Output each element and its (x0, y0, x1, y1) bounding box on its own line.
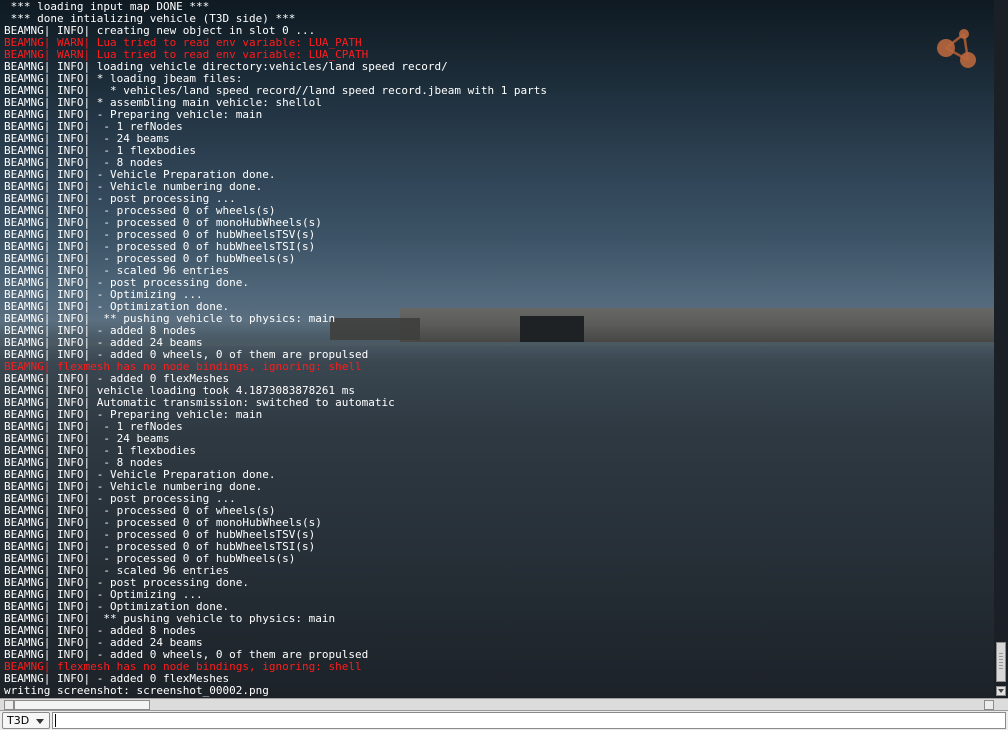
scroll-right-arrow-icon[interactable] (984, 700, 994, 710)
console-line: writing screenshot: screenshot_00002.png (4, 685, 269, 697)
console-line: BEAMNG| INFO| - added 0 flexMeshes (4, 673, 230, 685)
console-line: BEAMNG| INFO| - Preparing vehicle: main (4, 409, 263, 421)
console-line: BEAMNG| INFO| - processed 0 of hubWheels… (4, 241, 316, 253)
console-line: *** loading input map DONE *** (4, 1, 210, 13)
console-line: BEAMNG| INFO| - Vehicle numbering done. (4, 481, 263, 493)
console-line: BEAMNG| INFO| - post processing done. (4, 577, 250, 589)
console-line: BEAMNG| INFO| - Vehicle numbering done. (4, 181, 263, 193)
console-line: BEAMNG| INFO| - Vehicle Preparation done… (4, 169, 276, 181)
console-line: BEAMNG| INFO| ** pushing vehicle to phys… (4, 613, 336, 625)
console-line: BEAMNG| INFO| - added 24 beams (4, 637, 203, 649)
console-line: BEAMNG| INFO| - 1 refNodes (4, 421, 183, 433)
console-vertical-scrollbar[interactable] (994, 0, 1008, 698)
console-line: BEAMNG| INFO| - processed 0 of hubWheels… (4, 253, 296, 265)
console-line: BEAMNG| INFO| - scaled 96 entries (4, 265, 230, 277)
console-line: BEAMNG| INFO| - processed 0 of wheels(s) (4, 205, 276, 217)
scroll-left-arrow-icon[interactable] (4, 700, 14, 710)
console-line: BEAMNG| INFO| - processed 0 of hubWheels… (4, 553, 296, 565)
console-line: BEAMNG| INFO| - scaled 96 entries (4, 565, 230, 577)
console-line: BEAMNG| WARN| Lua tried to read env vari… (4, 49, 369, 61)
console-horizontal-scrollbar[interactable] (0, 698, 1008, 710)
console-line: BEAMNG| INFO| - Vehicle Preparation done… (4, 469, 276, 481)
console-line: BEAMNG| INFO| - post processing ... (4, 493, 236, 505)
console-line: BEAMNG| INFO| - 24 beams (4, 433, 170, 445)
console-line: BEAMNG| INFO| - 8 nodes (4, 457, 163, 469)
vertical-scroll-thumb[interactable] (996, 642, 1006, 682)
console-line: BEAMNG| INFO| creating new object in slo… (4, 25, 316, 37)
console-line: BEAMNG| INFO| * assembling main vehicle:… (4, 97, 322, 109)
horizontal-scroll-thumb[interactable] (14, 700, 150, 710)
console-line: *** done intializing vehicle (T3D side) … (4, 13, 296, 25)
console-line: BEAMNG| INFO| - added 8 nodes (4, 325, 197, 337)
console-line: BEAMNG| flexmesh has no node bindings, i… (4, 661, 362, 673)
console-line: BEAMNG| INFO| - processed 0 of hubWheels… (4, 529, 316, 541)
console-line: BEAMNG| INFO| - processed 0 of monoHubWh… (4, 217, 322, 229)
console-log: *** loading input map DONE *** *** done … (4, 1, 992, 697)
console-line: BEAMNG| INFO| - Optimization done. (4, 301, 230, 313)
game-viewport: *** loading input map DONE *** *** done … (0, 0, 1008, 698)
console-line: BEAMNG| INFO| - processed 0 of wheels(s) (4, 505, 276, 517)
console-line: BEAMNG| INFO| - Optimization done. (4, 601, 230, 613)
console-line: BEAMNG| INFO| vehicle loading took 4.187… (4, 385, 355, 397)
console-line: BEAMNG| INFO| - Preparing vehicle: main (4, 109, 263, 121)
console-line: BEAMNG| INFO| - processed 0 of monoHubWh… (4, 517, 322, 529)
console-line: BEAMNG| INFO| - added 8 nodes (4, 625, 197, 637)
scroll-down-arrow-icon[interactable] (996, 686, 1006, 696)
console-line: BEAMNG| INFO| * vehicles/land speed reco… (4, 85, 548, 97)
console-line: BEAMNG| INFO| - Optimizing ... (4, 589, 203, 601)
console-line: BEAMNG| INFO| - added 24 beams (4, 337, 203, 349)
console-line: BEAMNG| INFO| loading vehicle directory:… (4, 61, 448, 73)
console-line: BEAMNG| flexmesh has no node bindings, i… (4, 361, 362, 373)
console-line: BEAMNG| INFO| - post processing done. (4, 277, 250, 289)
console-command-input[interactable] (52, 712, 1006, 729)
interpreter-select-value: T3D (7, 714, 30, 727)
console-line: BEAMNG| INFO| - added 0 flexMeshes (4, 373, 230, 385)
console-line: BEAMNG| INFO| - 8 nodes (4, 157, 163, 169)
console-line: BEAMNG| INFO| - processed 0 of hubWheels… (4, 541, 316, 553)
console-line: BEAMNG| INFO| - 24 beams (4, 133, 170, 145)
text-caret (55, 714, 56, 727)
console-line: BEAMNG| INFO| * loading jbeam files: (4, 73, 243, 85)
console-line: BEAMNG| INFO| - 1 refNodes (4, 121, 183, 133)
console-line: BEAMNG| INFO| - processed 0 of hubWheels… (4, 229, 316, 241)
console-line: BEAMNG| INFO| - 1 flexbodies (4, 445, 197, 457)
console-line: BEAMNG| INFO| - added 0 wheels, 0 of the… (4, 349, 369, 361)
console-line: BEAMNG| WARN| Lua tried to read env vari… (4, 37, 362, 49)
console-line: BEAMNG| INFO| Automatic transmission: sw… (4, 397, 395, 409)
console-line: BEAMNG| INFO| ** pushing vehicle to phys… (4, 313, 336, 325)
chevron-down-icon[interactable] (36, 719, 44, 724)
console-line: BEAMNG| INFO| - post processing ... (4, 193, 236, 205)
console-line: BEAMNG| INFO| - 1 flexbodies (4, 145, 197, 157)
console-line: BEAMNG| INFO| - Optimizing ... (4, 289, 203, 301)
console-line: BEAMNG| INFO| - added 0 wheels, 0 of the… (4, 649, 369, 661)
